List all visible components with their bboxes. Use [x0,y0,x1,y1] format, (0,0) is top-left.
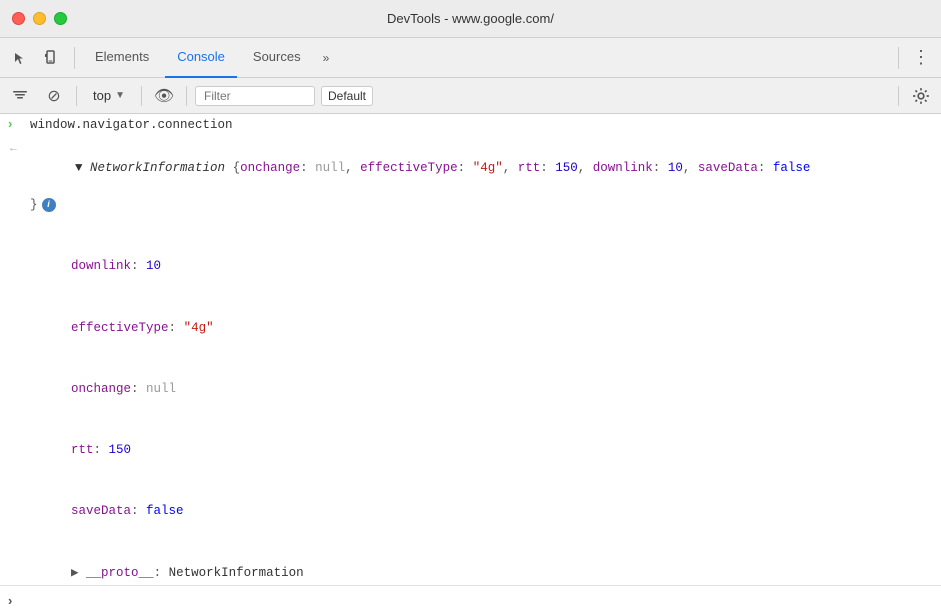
filter-input-wrapper[interactable] [195,86,315,106]
toolbar-divider-2 [898,47,899,69]
context-dropdown-arrow: ▼ [115,90,125,101]
pointer-tool-button[interactable] [6,44,34,72]
toolbar-divider-1 [74,47,75,69]
minimize-button[interactable] [33,12,46,25]
tab-elements[interactable]: Elements [83,38,161,78]
clear-console-button[interactable] [6,82,34,110]
prop-onchange-content: onchange: null [26,361,933,417]
console-content: › window.navigator.connection ← ▼ Networ… [0,114,941,585]
tab-sources[interactable]: Sources [241,38,313,78]
prop-proto: ▶ __proto__: NetworkInformation [0,543,941,585]
settings-button[interactable] [907,82,935,110]
devtools-menu-button[interactable]: ⋮ [907,44,935,72]
prop-effectivetype-content: effectiveType: "4g" [26,300,933,356]
prop-rtt: rtt: 150 [0,420,941,481]
return-content: ▼ NetworkInformation {onchange: null, ef… [30,140,933,234]
prop-downlink-content: downlink: 10 [26,239,933,295]
info-icon: i [42,198,56,212]
prop-onchange: onchange: null [0,359,941,420]
title-bar: DevTools - www.google.com/ [0,0,941,38]
console-return-line: ← ▼ NetworkInformation {onchange: null, … [0,138,941,237]
eye-button[interactable]: 👁 [150,82,178,110]
prop-rtt-content: rtt: 150 [26,422,933,478]
context-selector[interactable]: top ▼ [85,86,133,105]
prop-savedata: saveData: false [0,482,941,543]
console-input-text: window.navigator.connection [30,116,933,135]
close-button[interactable] [12,12,25,25]
filter-input[interactable] [204,89,284,103]
console-divider-4 [898,86,899,106]
console-divider-3 [186,86,187,106]
prop-proto-content: ▶ __proto__: NetworkInformation [26,545,933,585]
console-divider-2 [141,86,142,106]
console-toolbar: ⊘ top ▼ 👁 Default [0,78,941,114]
prop-downlink: downlink: 10 [0,237,941,298]
window-controls [12,12,67,25]
console-divider-1 [76,86,77,106]
prop-effectivetype: effectiveType: "4g" [0,298,941,359]
maximize-button[interactable] [54,12,67,25]
tab-console[interactable]: Console [165,38,237,78]
console-prompt-bar: › [0,585,941,615]
context-label: top [93,88,111,103]
block-icon-button[interactable]: ⊘ [40,82,68,110]
window-title: DevTools - www.google.com/ [387,11,554,26]
input-arrow: › [8,116,26,131]
device-toggle-button[interactable] [38,44,66,72]
prop-savedata-content: saveData: false [26,484,933,540]
return-arrow: ← [8,142,26,154]
more-tabs-button[interactable]: » [317,51,336,65]
prompt-arrow: › [8,593,12,608]
default-level-button[interactable]: Default [321,86,373,106]
main-toolbar: Elements Console Sources » ⋮ [0,38,941,78]
console-input-line: › window.navigator.connection [0,114,941,138]
filter-box: Default [195,86,890,106]
